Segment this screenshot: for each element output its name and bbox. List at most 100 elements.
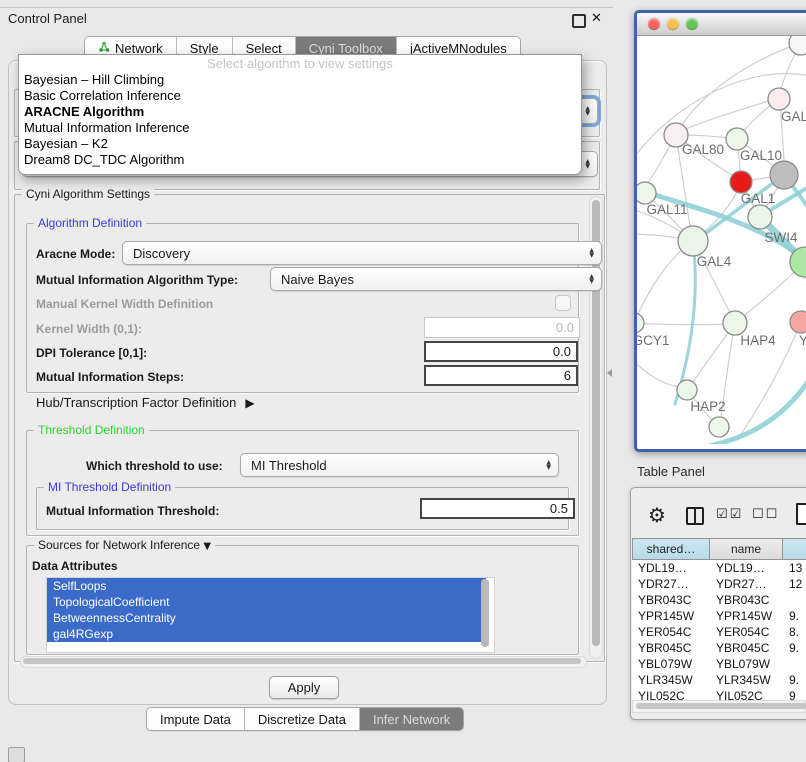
spinner-arrows-icon: ▲▼	[589, 274, 594, 284]
which-threshold-label: Which threshold to use:	[86, 459, 223, 473]
network-node[interactable]	[678, 226, 708, 256]
collapsed-panel-icon[interactable]	[8, 747, 25, 762]
table-cell: YBR043C	[632, 592, 710, 608]
table-row-ypr145w[interactable]: YPR145WYPR145W9.	[632, 608, 806, 624]
mi-steps-label: Mutual Information Steps:	[36, 370, 184, 384]
attr-item-selfloops[interactable]: SelfLoops	[47, 578, 486, 594]
bottom-tab-impute-data-label: Impute Data	[160, 712, 231, 727]
network-node[interactable]	[723, 311, 747, 335]
network-node[interactable]	[637, 313, 644, 333]
dropdown-item-bayesian-hill-climbing[interactable]: Bayesian – Hill Climbing	[19, 72, 581, 88]
table-row-ybl079w[interactable]: YBL079WYBL079W	[632, 656, 806, 672]
attr-list-scrollbar[interactable]	[480, 578, 491, 650]
network-node[interactable]	[770, 161, 798, 189]
settings-horizontal-scrollbar[interactable]	[20, 656, 587, 668]
network-canvas[interactable]: GALGAL80GAL10GAL1GAL11SWI4GAL4GCY1HAP4YH…	[637, 36, 806, 444]
kernel-width-field[interactable]: 0.0	[424, 317, 580, 338]
table-row-ylr345w[interactable]: YLR345WYLR345W9.	[632, 672, 806, 688]
data-attributes-label: Data Attributes	[32, 559, 118, 573]
collapse-right-icon: ▶	[245, 396, 254, 410]
bottom-tab-discretize-data[interactable]: Discretize Data	[244, 708, 359, 730]
network-view-window[interactable]: GALGAL80GAL10GAL1GAL11SWI4GAL4GCY1HAP4YH…	[634, 10, 806, 452]
bottom-tab-impute-data[interactable]: Impute Data	[147, 708, 244, 730]
network-edge[interactable]	[637, 356, 685, 388]
table-cell: YBR045C	[632, 640, 710, 656]
table-cell: YDL19…	[632, 560, 710, 576]
dropdown-item-aracne-algorithm[interactable]: ARACNE Algorithm	[19, 104, 581, 120]
network-edge[interactable]	[637, 323, 733, 325]
network-node[interactable]	[730, 171, 752, 193]
table-row-ydl19[interactable]: YDL19…YDL19…13	[632, 560, 806, 576]
network-node[interactable]	[677, 380, 697, 400]
dropdown-item-dream8-dc-tdc-algorithm[interactable]: Dream8 DC_TDC Algorithm	[19, 152, 581, 168]
settings-h-scrollbar-thumb[interactable]	[23, 658, 581, 664]
mi-steps-field[interactable]: 6	[424, 365, 578, 386]
network-node-label-swi4: SWI4	[764, 230, 797, 245]
sources-group-title[interactable]: Sources for Network Inference ▼	[34, 538, 215, 554]
dropdown-item-mutual-information-inference[interactable]: Mutual Information Inference	[19, 120, 581, 136]
mi-threshold-label: Mutual Information Threshold:	[46, 504, 219, 518]
network-node[interactable]	[789, 36, 806, 55]
attr-list-scrollbar-thumb[interactable]	[481, 579, 489, 647]
table-horizontal-scrollbar[interactable]	[632, 700, 806, 713]
table-header-name[interactable]: name	[710, 538, 783, 560]
network-node[interactable]	[768, 88, 790, 110]
float-window-icon[interactable]	[572, 14, 586, 28]
table-h-scrollbar-thumb[interactable]	[636, 703, 806, 709]
table-cell	[783, 656, 806, 672]
network-edge[interactable]	[637, 243, 691, 323]
network-window-titlebar[interactable]	[637, 13, 806, 36]
hub-definition-toggle[interactable]: Hub/Transcription Factor Definition ▶	[36, 395, 255, 410]
traffic-light-zoom-icon[interactable]	[686, 18, 698, 30]
dropdown-item-list: Bayesian – Hill ClimbingBasic Correlatio…	[19, 72, 581, 168]
table-header-shared[interactable]: shared…	[632, 538, 710, 560]
dpi-tolerance-label: DPI Tolerance [0,1]:	[36, 346, 147, 360]
network-node-label-gal80: GAL80	[682, 142, 724, 157]
table-row-ybr045c[interactable]: YBR045CYBR045C9.	[632, 640, 806, 656]
table-cell: YBL079W	[632, 656, 710, 672]
network-node[interactable]	[726, 128, 748, 150]
network-node[interactable]	[748, 205, 772, 229]
aracne-mode-select[interactable]: Discovery ▲▼	[122, 241, 602, 265]
attr-item-gal4rgexp[interactable]: gal4RGexp	[47, 626, 486, 642]
attr-item-topologicalcoefficient[interactable]: TopologicalCoefficient	[47, 594, 486, 610]
mi-type-value: Naive Bayes	[281, 272, 354, 287]
settings-vertical-scrollbar[interactable]	[589, 196, 603, 659]
mi-type-select[interactable]: Naive Bayes ▲▼	[270, 267, 602, 291]
gear-icon[interactable]: ⚙	[648, 503, 666, 527]
table-row-ybr043c[interactable]: YBR043CYBR043C	[632, 592, 806, 608]
table-cell: 8.	[783, 624, 806, 640]
table-header-col2[interactable]	[783, 538, 806, 560]
mi-threshold-field[interactable]: 0.5	[420, 498, 575, 519]
spinner-arrows-icon: ▲▼	[585, 106, 590, 116]
attr-item-betweennesscentrality[interactable]: BetweennessCentrality	[47, 610, 486, 626]
collapse-down-icon: ▼	[203, 541, 211, 552]
data-attributes-list[interactable]: SelfLoopsTopologicalCoefficientBetweenne…	[46, 577, 495, 653]
page-icon[interactable]	[796, 503, 806, 525]
dpi-tolerance-field[interactable]: 0.0	[424, 341, 578, 362]
close-panel-icon[interactable]: ✕	[591, 12, 602, 25]
network-edge[interactable]	[735, 264, 802, 323]
split-pane-toggle-icon[interactable]	[607, 369, 612, 377]
dropdown-item-basic-correlation-inference[interactable]: Basic Correlation Inference	[19, 88, 581, 104]
manual-kernel-checkbox[interactable]	[555, 295, 571, 311]
dropdown-item-bayesian-k2[interactable]: Bayesian – K2	[19, 136, 581, 152]
network-node[interactable]	[790, 311, 806, 333]
uncheck-all-icon[interactable]: ☐☐	[752, 507, 779, 522]
aracne-mode-value: Discovery	[133, 246, 190, 261]
table-row-ydr27[interactable]: YDR27…YDR27…12	[632, 576, 806, 592]
aracne-mode-label: Aracne Mode:	[36, 247, 115, 261]
split-columns-icon[interactable]	[686, 507, 704, 525]
network-node[interactable]	[709, 417, 729, 437]
table-cell: YDL19…	[710, 560, 783, 576]
traffic-light-close-icon[interactable]	[648, 18, 660, 30]
traffic-light-minimize-icon[interactable]	[667, 18, 679, 30]
control-panel-title: Control Panel	[8, 11, 87, 26]
table-row-yer054c[interactable]: YER054CYER054C8.	[632, 624, 806, 640]
bottom-tab-infer-network[interactable]: Infer Network	[359, 708, 463, 730]
check-all-icon[interactable]: ☑☑	[716, 507, 743, 522]
which-threshold-select[interactable]: MI Threshold ▲▼	[240, 453, 559, 477]
network-node[interactable]	[637, 182, 656, 204]
apply-button[interactable]: Apply	[269, 676, 339, 699]
network-node-label-gcy1: GCY1	[637, 333, 669, 348]
